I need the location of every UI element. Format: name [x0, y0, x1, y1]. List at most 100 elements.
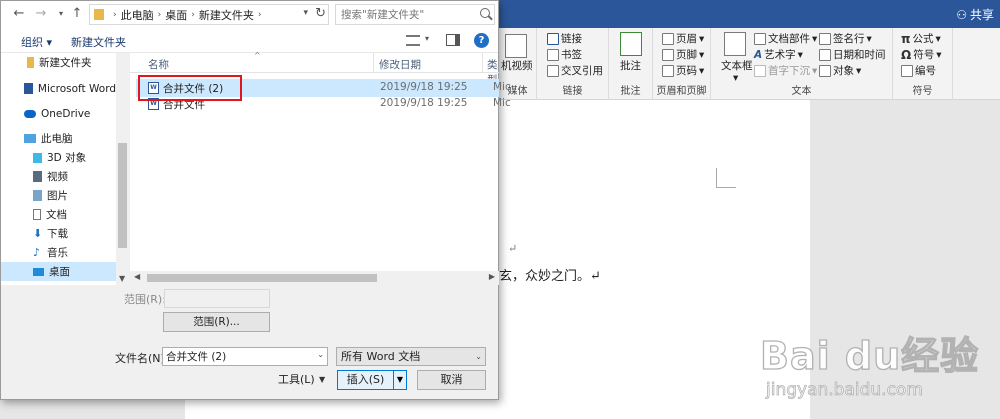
filename-label: 文件名(N): [115, 352, 169, 365]
footer-button[interactable]: 页脚 ▾ [662, 47, 704, 62]
signature-line-button[interactable]: 签名行 ▾ [819, 31, 872, 46]
nav-item-microsoft-word[interactable]: Microsoft Word [1, 79, 116, 98]
header-button[interactable]: 页眉 ▾ [662, 31, 704, 46]
page-number-button[interactable]: 页码 ▾ [662, 63, 704, 78]
tools-dropdown-icon[interactable]: ▼ [319, 370, 325, 390]
new-folder-button[interactable]: 新建文件夹 [71, 34, 126, 50]
nav-item-music[interactable]: ♪ 音乐 [1, 243, 116, 262]
dropcap-button[interactable]: 首字下沉 ▾ [754, 63, 817, 78]
nav-item-desktop[interactable]: 桌面 [1, 262, 116, 281]
column-divider[interactable] [482, 53, 483, 73]
cancel-button[interactable]: 取消 [417, 370, 486, 390]
ribbon-group-label: 符号 [912, 86, 933, 97]
scroll-down-arrow-icon[interactable]: ▼ [119, 274, 125, 283]
header-icon [662, 32, 674, 45]
dropcap-icon [754, 64, 766, 77]
nav-item-3d-objects[interactable]: 3D 对象 [1, 148, 116, 167]
breadcrumb-this-pc[interactable]: 此电脑 [121, 7, 154, 23]
view-options-icon[interactable] [406, 35, 420, 46]
insert-button[interactable]: 插入(S) [337, 370, 394, 390]
view-dropdown-icon[interactable]: ▾ [425, 34, 429, 43]
nav-item-downloads[interactable]: ⬇ 下载 [1, 224, 116, 243]
nav-item-this-pc[interactable]: 此电脑 [1, 129, 116, 148]
wordart-icon: A [754, 48, 763, 61]
chevron-right-icon: › [257, 9, 262, 20]
ribbon-group-label: 文本 [791, 86, 812, 97]
textbox-icon [724, 32, 746, 56]
sort-up-icon: ^ [254, 51, 261, 60]
organize-button[interactable]: 组织 ▾ [21, 34, 52, 50]
computer-icon [24, 134, 36, 143]
filename-input[interactable] [166, 348, 311, 365]
link-button[interactable]: 链接 [547, 31, 582, 46]
bookmark-button[interactable]: 书签 [547, 47, 582, 62]
word-icon [24, 83, 33, 94]
address-dropdown-icon[interactable]: ▾ [303, 8, 308, 18]
folder-icon [27, 57, 34, 68]
scroll-left-arrow-icon[interactable]: ◀ [134, 272, 140, 281]
nav-item-onedrive[interactable]: OneDrive [1, 104, 116, 123]
picture-icon [33, 190, 42, 201]
annotation-highlight-box [138, 75, 242, 101]
column-divider[interactable] [373, 53, 374, 73]
date-time-button[interactable]: 日期和时间 [819, 47, 886, 62]
recent-dropdown-icon[interactable]: ▾ [53, 6, 69, 22]
forward-arrow-icon[interactable]: → [33, 6, 49, 22]
refresh-icon[interactable]: ↻ [315, 6, 326, 21]
search-input[interactable] [341, 9, 477, 21]
up-arrow-icon[interactable]: ↑ [69, 6, 85, 22]
address-bar[interactable]: › 此电脑 › 桌面 › 新建文件夹 › ▾ ↻ [89, 4, 329, 25]
ribbon-group-symbols: π 公式 ▾ Ω 符号 ▾ 编号 符号 [893, 28, 953, 100]
file-date: 2019/9/18 19:25 [380, 97, 468, 109]
help-icon[interactable]: ? [474, 33, 489, 48]
folder-icon [94, 9, 104, 20]
scroll-right-arrow-icon[interactable]: ▶ [489, 272, 495, 281]
nav-item-pictures[interactable]: 图片 [1, 186, 116, 205]
insert-dropdown-icon[interactable]: ▼ [394, 370, 407, 390]
preview-pane-icon[interactable] [446, 34, 460, 46]
nav-scrollbar[interactable]: ▼ [116, 53, 129, 285]
symbol-button[interactable]: Ω 符号 ▾ [901, 47, 941, 62]
wordart-button[interactable]: A 艺术字 ▾ [754, 47, 803, 62]
range-button[interactable]: 范围(R)... [163, 312, 270, 332]
insert-file-dialog: ← → ▾ ↑ › 此电脑 › 桌面 › 新建文件夹 › ▾ ↻ 组织 ▾ 新建… [0, 0, 511, 400]
online-video-button[interactable]: 机视频 [501, 58, 533, 73]
object-icon [819, 64, 831, 77]
filename-combobox: ⌄ [162, 347, 328, 366]
nav-item-documents[interactable]: 文档 [1, 205, 116, 224]
nav-scrollbar-thumb[interactable] [118, 143, 127, 248]
column-header: ^ 名称 修改日期 类型 [130, 51, 499, 86]
chevron-right-icon: › [191, 9, 195, 20]
chevron-right-icon: › [157, 9, 162, 20]
numbering-button[interactable]: 编号 [901, 63, 936, 78]
comment-icon [620, 32, 642, 56]
chevron-down-icon[interactable]: ⌄ [317, 350, 324, 359]
video-icon [505, 34, 527, 58]
cross-reference-button[interactable]: 交叉引用 [547, 63, 603, 78]
textbox-button[interactable]: 文本框 [721, 58, 753, 73]
document-line: 玄，众妙之门。↵ [499, 269, 601, 284]
horizontal-scrollbar-thumb[interactable] [147, 274, 377, 282]
download-arrow-icon: ⬇ [33, 227, 43, 240]
breadcrumb-new-folder[interactable]: 新建文件夹 [199, 7, 254, 23]
doc-parts-button[interactable]: 文档部件 ▾ [754, 31, 817, 46]
person-icon: ⚇ [956, 7, 967, 22]
comment-button[interactable]: 批注 [620, 58, 641, 73]
nav-item-new-folder[interactable]: 新建文件夹 [1, 53, 116, 72]
document-icon [33, 209, 41, 220]
back-arrow-icon[interactable]: ← [11, 6, 27, 22]
column-header-name[interactable]: 名称 [148, 57, 169, 72]
share-button[interactable]: ⚇ 共享 [956, 6, 994, 23]
breadcrumb-desktop[interactable]: 桌面 [165, 7, 187, 23]
object-button[interactable]: 对象 ▾ [819, 63, 861, 78]
ribbon-group-links: 链接 书签 交叉引用 链接 [537, 28, 609, 100]
omega-icon: Ω [901, 47, 912, 62]
chevron-down-icon: ▾ [812, 32, 818, 45]
column-header-date[interactable]: 修改日期 [379, 57, 421, 72]
filetype-select[interactable]: 所有 Word 文档 ⌄ [336, 347, 486, 366]
ribbon-group-comments: 批注 批注 [609, 28, 653, 100]
horizontal-scrollbar[interactable]: ◀ ▶ [130, 271, 499, 285]
nav-item-videos[interactable]: 视频 [1, 167, 116, 186]
search-icon[interactable] [480, 8, 490, 18]
equation-button[interactable]: π 公式 ▾ [901, 31, 941, 46]
